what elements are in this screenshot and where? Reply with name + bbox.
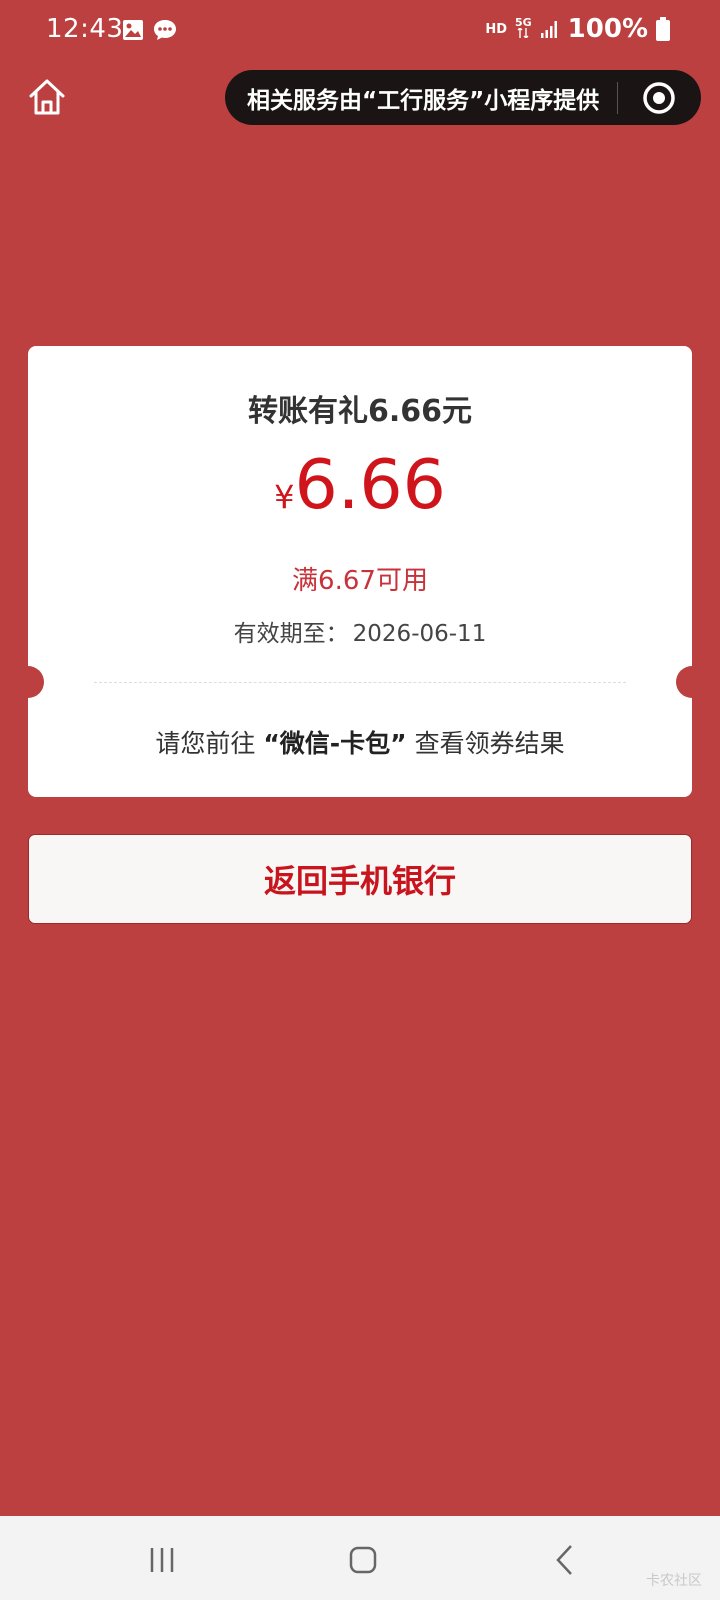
home-button[interactable] [26,76,68,118]
home-icon [29,79,65,115]
recent-apps-button[interactable] [137,1540,187,1580]
hint-prefix: 请您前往 [155,729,256,758]
hint-suffix: 查看领券结果 [414,729,565,758]
hd-indicator: HD [485,21,507,37]
coupon-amount: ¥6.66 [28,446,692,525]
status-bar: 12:43 HD 5G 100% [0,0,720,62]
status-notification-icons [122,18,178,42]
usage-threshold: 满6.67可用 [292,566,428,596]
nav-home-icon [349,1546,377,1574]
return-to-mobile-banking-button[interactable]: 返回手机银行 [28,834,692,924]
nav-back-button[interactable] [540,1540,590,1580]
target-icon [643,81,675,114]
mini-program-capsule: 相关服务由“工行服务”小程序提供 [225,70,701,125]
network-indicator: 5G [515,17,532,40]
mini-program-close-button[interactable] [618,70,700,125]
amount-value: 6.66 [294,446,446,525]
recent-apps-icon [150,1548,174,1572]
battery-icon [656,17,670,41]
chat-bubble-icon [154,20,176,40]
validity-label: 有效期至： [233,621,349,647]
signal-icon [540,21,557,38]
gallery-icon [123,20,143,40]
status-right-indicators: HD 5G 100% [485,14,670,44]
service-provider-text: 相关服务由“工行服务”小程序提供 [247,87,600,114]
hint-highlight: “微信-卡包” [263,729,407,758]
back-chevron-icon [556,1545,572,1575]
dashed-divider [94,682,626,683]
coupon-card: 转账有礼6.66元 ¥6.66 满6.67可用 有效期至： 2026-06-11 … [28,346,692,797]
system-navigation-bar: 卡农社区 [0,1516,720,1600]
coupon-title: 转账有礼6.66元 [247,394,473,429]
watermark: 卡农社区 [646,1573,702,1589]
nav-home-button[interactable] [338,1540,388,1580]
status-time: 12:43 [46,14,124,44]
card-notch-right [676,666,692,698]
validity-period: 有效期至： 2026-06-11 [28,614,692,648]
wallet-hint: 请您前往 “微信-卡包” 查看领券结果 [28,724,692,760]
battery-percentage: 100% [567,14,648,44]
card-notch-left [28,666,44,698]
data-arrows-icon [517,27,529,39]
validity-date: 2026-06-11 [352,621,487,647]
currency-symbol: ¥ [274,478,295,516]
